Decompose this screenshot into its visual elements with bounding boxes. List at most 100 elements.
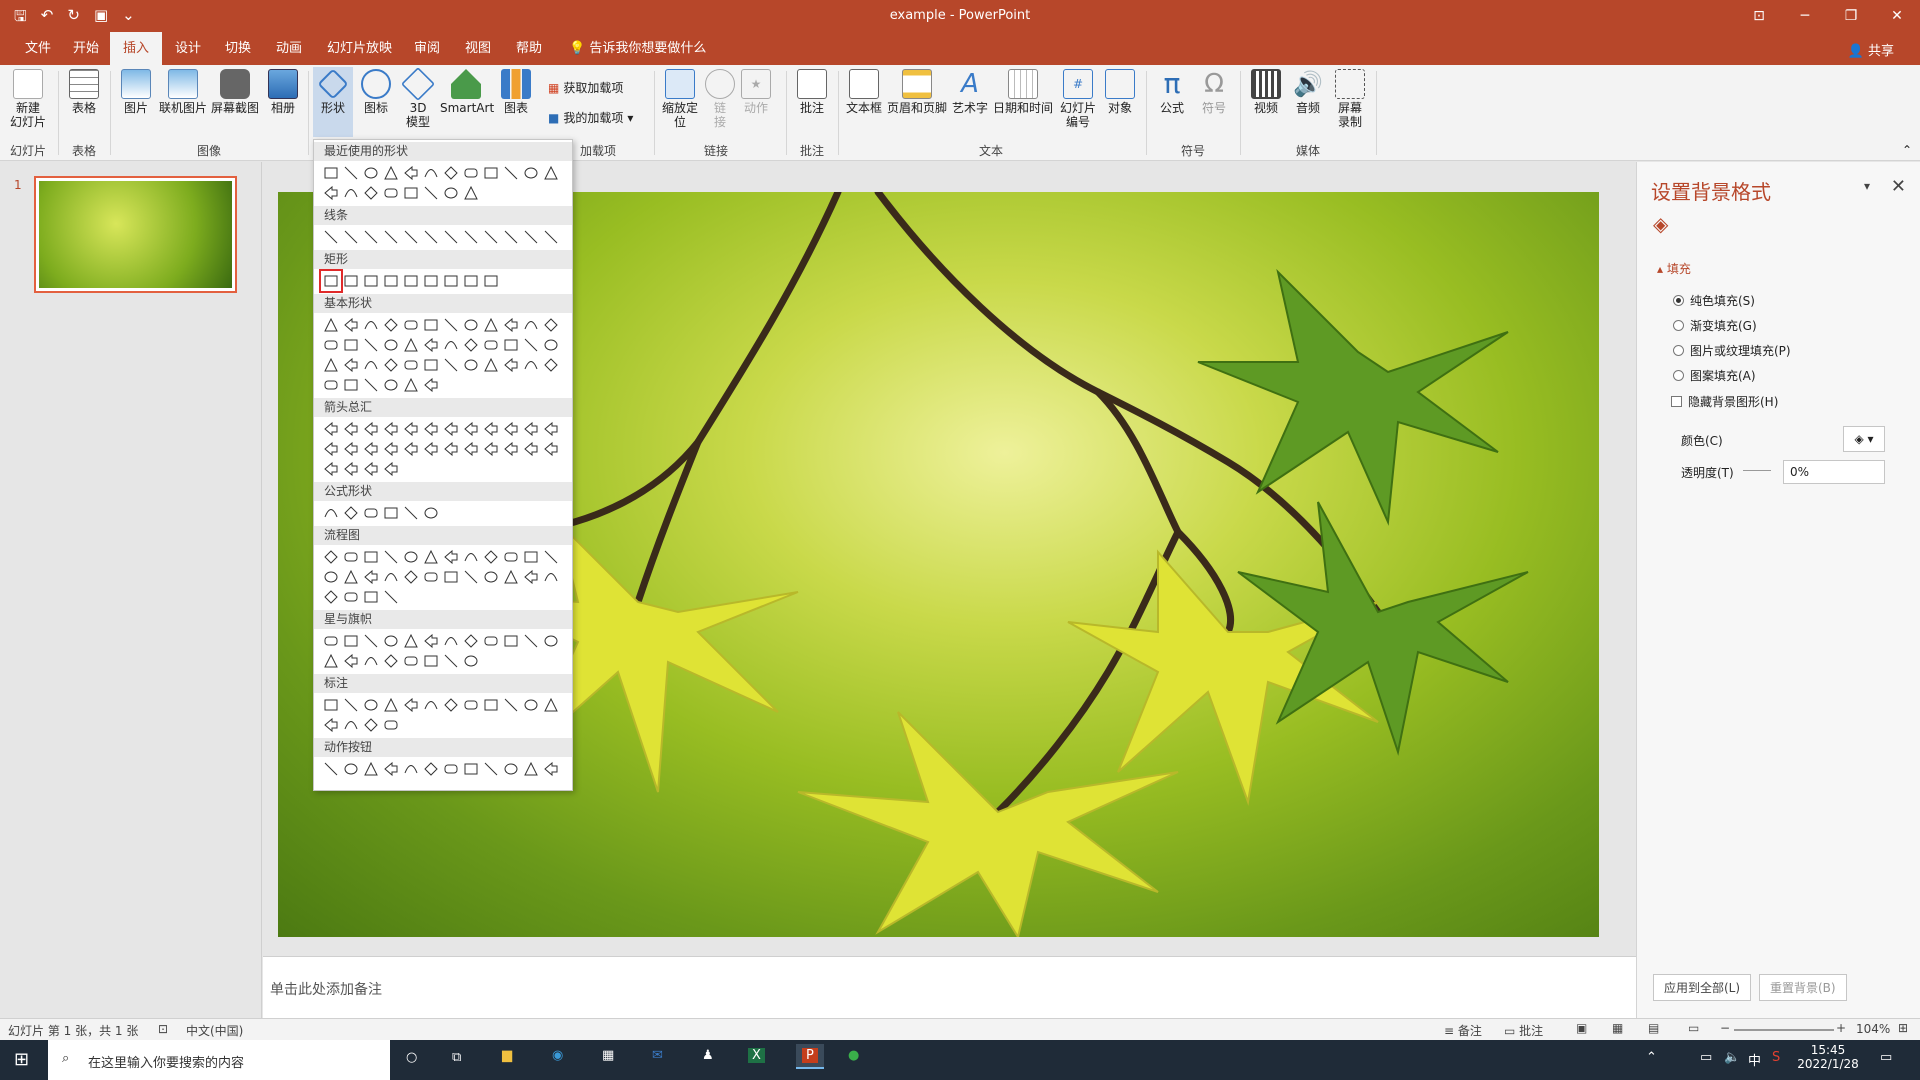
shape-item[interactable] xyxy=(442,760,460,778)
shape-item[interactable] xyxy=(362,548,380,566)
shape-item[interactable] xyxy=(322,460,340,478)
shape-item[interactable] xyxy=(522,336,540,354)
shape-item[interactable] xyxy=(382,460,400,478)
shape-item[interactable] xyxy=(502,632,520,650)
radio-gradient[interactable] xyxy=(1673,320,1684,331)
shape-item[interactable] xyxy=(362,420,380,438)
shape-item[interactable] xyxy=(482,420,500,438)
shape-item[interactable] xyxy=(362,588,380,606)
shape-item[interactable] xyxy=(342,632,360,650)
mail-icon[interactable]: ✉ xyxy=(652,1048,663,1063)
shape-item[interactable] xyxy=(342,228,360,246)
shape-item[interactable] xyxy=(482,356,500,374)
network-icon[interactable]: ▭ xyxy=(1700,1050,1712,1065)
shape-item[interactable] xyxy=(502,548,520,566)
radio-pattern[interactable] xyxy=(1673,370,1684,381)
picture-fill-option[interactable]: 图片或纹理填充(P) xyxy=(1673,342,1791,359)
transparency-input[interactable]: 0% xyxy=(1783,460,1885,484)
shape-item[interactable] xyxy=(402,184,420,202)
get-addins-button[interactable]: ▦ 获取加载项 xyxy=(548,79,623,96)
shape-item[interactable] xyxy=(502,228,520,246)
shape-item[interactable] xyxy=(502,568,520,586)
shape-item[interactable] xyxy=(522,164,540,182)
shape-item[interactable] xyxy=(442,548,460,566)
shape-item[interactable] xyxy=(542,548,560,566)
shape-item[interactable] xyxy=(382,548,400,566)
shape-item[interactable] xyxy=(462,272,480,290)
hide-bg-checkbox[interactable] xyxy=(1671,396,1682,407)
shape-item[interactable] xyxy=(442,356,460,374)
slideshow-view-icon[interactable]: ▭ xyxy=(1688,1021,1699,1035)
shape-item[interactable] xyxy=(342,504,360,522)
shape-item[interactable] xyxy=(482,440,500,458)
shape-item[interactable] xyxy=(322,548,340,566)
share-button[interactable]: 👤 共享 xyxy=(1848,40,1894,59)
shape-item[interactable] xyxy=(442,184,460,202)
shape-item[interactable] xyxy=(362,272,380,290)
shape-item[interactable] xyxy=(422,420,440,438)
shape-item[interactable] xyxy=(482,336,500,354)
shape-item[interactable] xyxy=(542,632,560,650)
shape-item[interactable] xyxy=(382,316,400,334)
shape-item[interactable] xyxy=(322,568,340,586)
shape-item[interactable] xyxy=(522,632,540,650)
notification-icon[interactable]: ▭ xyxy=(1880,1050,1892,1065)
volume-icon[interactable]: 🔈 xyxy=(1724,1050,1740,1065)
shape-item[interactable] xyxy=(322,760,340,778)
undo-icon[interactable]: ↶ xyxy=(41,6,54,31)
shape-item[interactable] xyxy=(422,632,440,650)
shape-item[interactable] xyxy=(502,440,520,458)
shape-item[interactable] xyxy=(482,272,500,290)
shape-item[interactable] xyxy=(542,696,560,714)
tab-transitions[interactable]: 切换 xyxy=(212,32,264,65)
shape-item[interactable] xyxy=(542,316,560,334)
shape-item[interactable] xyxy=(322,440,340,458)
tab-insert[interactable]: 插入 xyxy=(110,32,163,65)
close-button[interactable]: ✕ xyxy=(1874,0,1920,32)
windows-start-icon[interactable]: ⊞ xyxy=(14,1049,29,1070)
shape-item[interactable] xyxy=(542,568,560,586)
shape-item[interactable] xyxy=(362,356,380,374)
shape-item[interactable] xyxy=(382,440,400,458)
new-slide-button[interactable]: 新建 幻灯片 xyxy=(6,69,50,129)
smartart-button[interactable]: SmartArt xyxy=(440,69,494,115)
shape-item[interactable] xyxy=(342,164,360,182)
zoom-slider[interactable] xyxy=(1734,1029,1834,1031)
shape-item[interactable] xyxy=(342,356,360,374)
shape-item[interactable] xyxy=(442,696,460,714)
tab-home[interactable]: 开始 xyxy=(60,32,112,65)
shape-item[interactable] xyxy=(542,228,560,246)
shape-item[interactable] xyxy=(362,716,380,734)
shape-item[interactable] xyxy=(502,336,520,354)
notes-toggle[interactable]: ≡ 备注 xyxy=(1444,1022,1482,1039)
tab-view[interactable]: 视图 xyxy=(452,32,504,65)
shape-item[interactable] xyxy=(462,164,480,182)
shape-item[interactable] xyxy=(362,696,380,714)
link-button[interactable]: 链 接 xyxy=(704,69,736,129)
shape-item[interactable] xyxy=(362,760,380,778)
radio-picture[interactable] xyxy=(1673,345,1684,356)
shape-item[interactable] xyxy=(542,440,560,458)
shape-item[interactable] xyxy=(362,652,380,670)
wechat-icon[interactable]: ● xyxy=(848,1048,859,1063)
shape-item[interactable] xyxy=(382,632,400,650)
pane-options-icon[interactable]: ▾ xyxy=(1864,179,1870,193)
my-addins-button[interactable]: ■ 我的加载项 ▾ xyxy=(548,109,633,126)
shape-item[interactable] xyxy=(402,568,420,586)
shape-item[interactable] xyxy=(482,632,500,650)
shape-item[interactable] xyxy=(422,228,440,246)
shape-item[interactable] xyxy=(382,588,400,606)
color-picker-button[interactable]: ◈ ▾ xyxy=(1843,426,1885,452)
shape-item[interactable] xyxy=(462,336,480,354)
shape-item[interactable] xyxy=(322,228,340,246)
normal-view-icon[interactable]: ▣ xyxy=(1576,1021,1587,1035)
shape-item[interactable] xyxy=(362,164,380,182)
shape-item[interactable] xyxy=(422,316,440,334)
shape-item[interactable] xyxy=(462,356,480,374)
shape-item[interactable] xyxy=(382,568,400,586)
shape-item[interactable] xyxy=(442,420,460,438)
icons-button[interactable]: 图标 xyxy=(356,69,396,115)
shape-item[interactable] xyxy=(402,272,420,290)
shape-item[interactable] xyxy=(342,568,360,586)
shape-item[interactable] xyxy=(382,184,400,202)
